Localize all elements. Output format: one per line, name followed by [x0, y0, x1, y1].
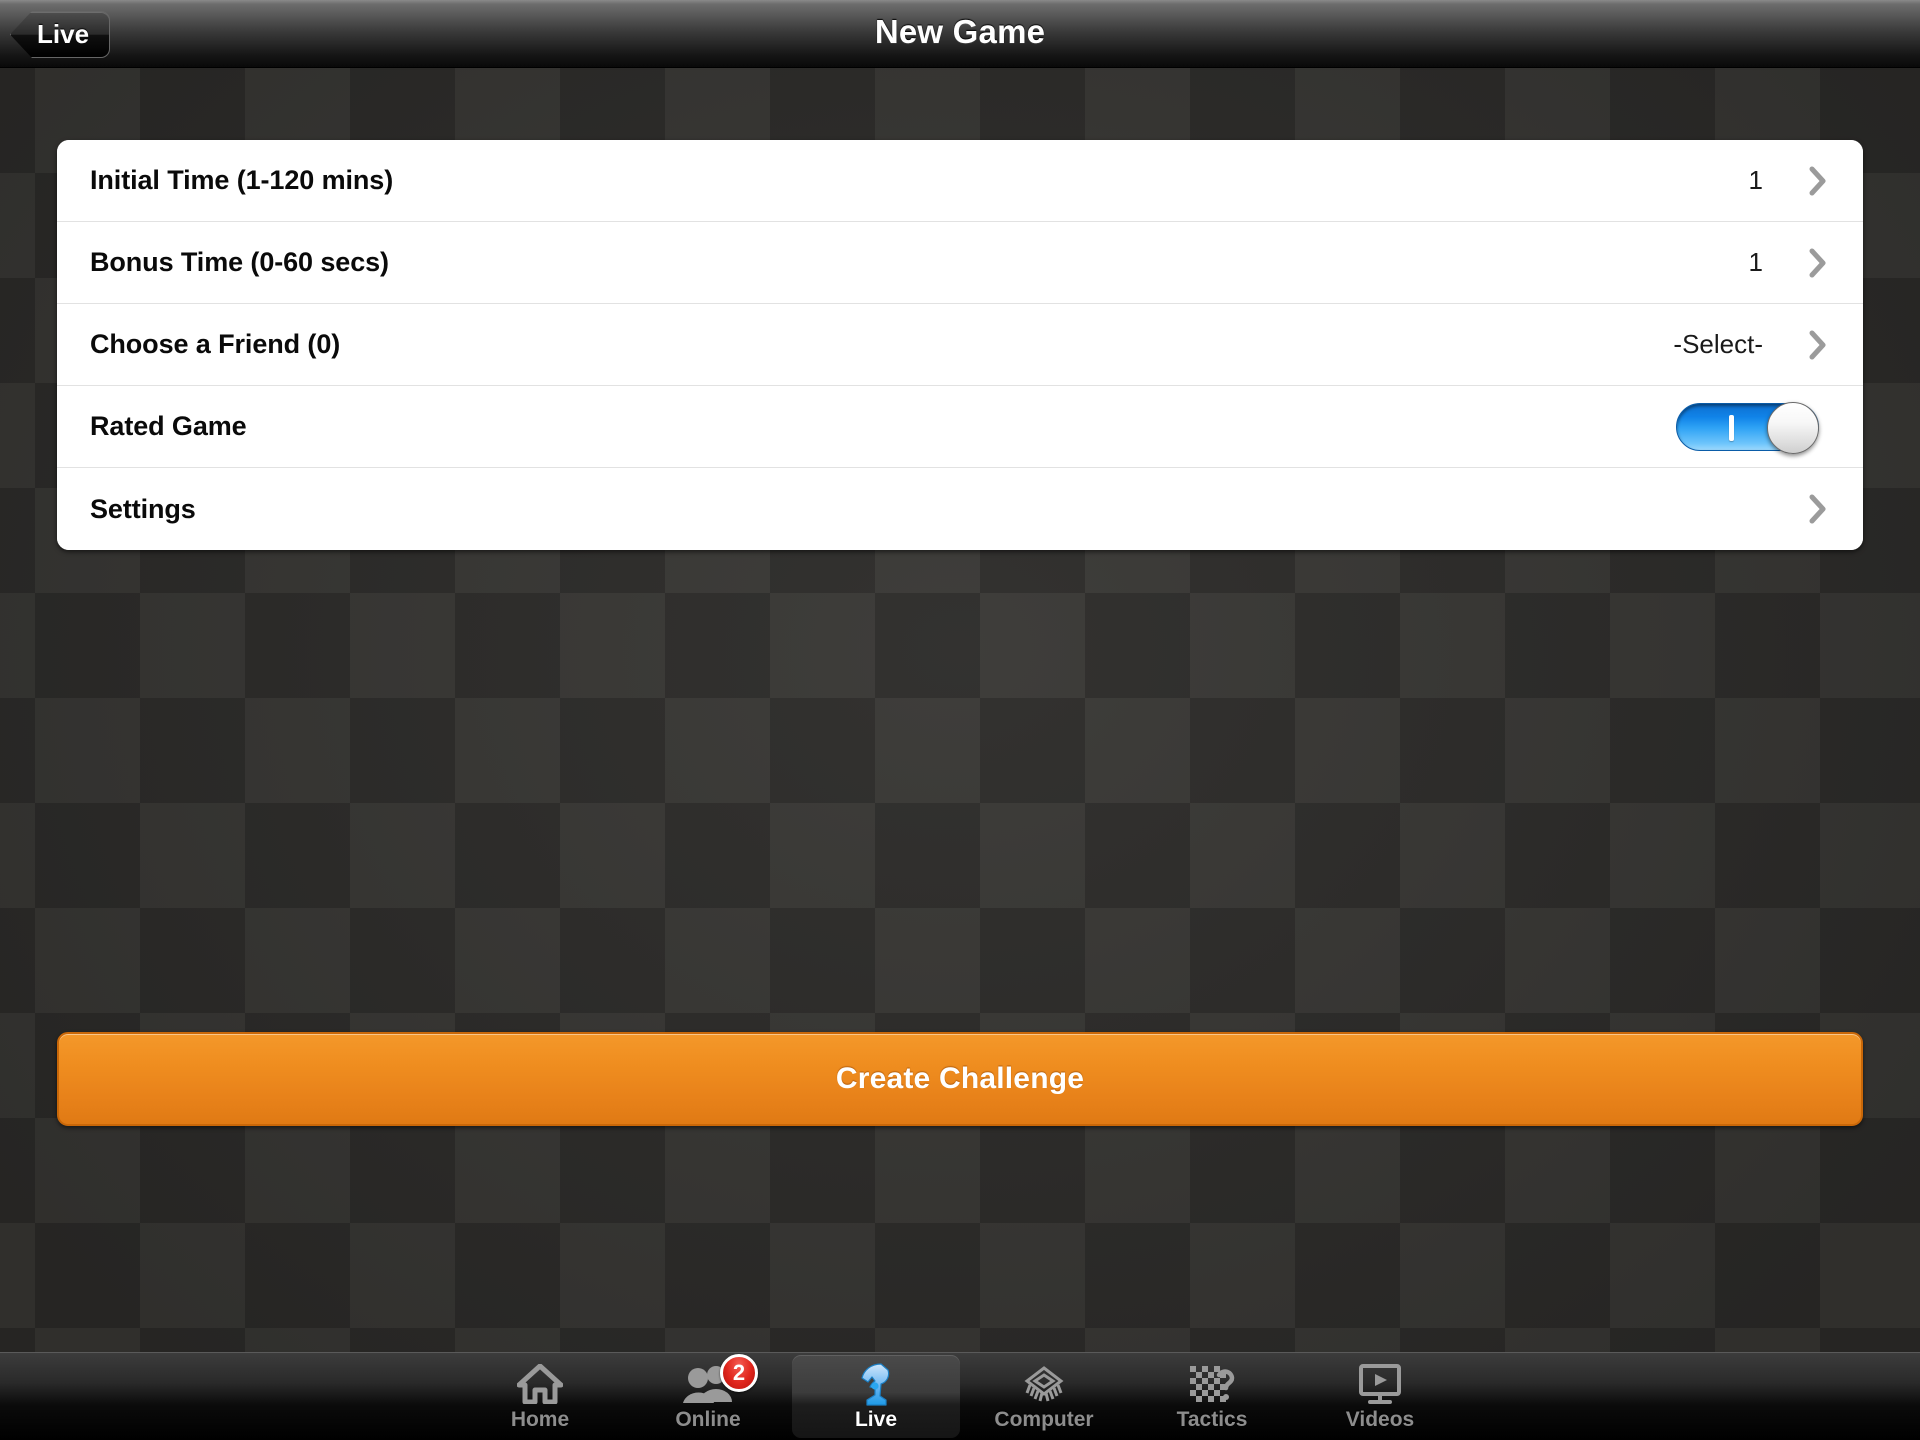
tab-computer[interactable]: Computer	[960, 1355, 1128, 1438]
settings-row-value: -Select-	[1673, 329, 1763, 359]
new-game-settings-panel: Initial Time (1-120 mins) 1 Bonus Time (0-…	[57, 140, 1863, 550]
tab-label: Live	[854, 1407, 898, 1431]
settings-row-settings[interactable]: Settings	[57, 468, 1863, 550]
settings-row-value: 1	[1748, 165, 1763, 195]
rated-game-toggle[interactable]	[1676, 401, 1819, 454]
chevron-right-icon	[1809, 248, 1827, 278]
tab-label: Online	[675, 1407, 741, 1431]
tab-home[interactable]: Home	[456, 1355, 624, 1438]
tab-label: Tactics	[1176, 1407, 1248, 1431]
notification-badge: 2	[720, 1353, 758, 1392]
chevron-right-icon	[1809, 330, 1827, 360]
tab-videos[interactable]: Videos	[1296, 1355, 1464, 1438]
video-icon	[1356, 1362, 1404, 1406]
settings-row-initial-time[interactable]: Initial Time (1-120 mins) 1	[57, 140, 1863, 222]
settings-row-right: 1	[1749, 247, 1827, 278]
tab-label: Videos	[1345, 1407, 1415, 1431]
page-title: New Game	[874, 13, 1046, 50]
navigation-bar: Live New Game	[0, 0, 1920, 68]
tab-label: Computer	[994, 1407, 1094, 1431]
settings-row-rated-game[interactable]: Rated Game	[57, 386, 1863, 468]
people-icon: 2	[682, 1353, 758, 1406]
settings-row-choose-friend[interactable]: Choose a Friend (0) -Select-	[57, 304, 1863, 386]
toggle-on-mark	[1729, 414, 1734, 441]
settings-row-value: 1	[1748, 247, 1763, 277]
settings-row-label: Settings	[90, 493, 196, 524]
settings-row-right: 1	[1749, 165, 1827, 196]
settings-row-label: Choose a Friend (0)	[90, 329, 341, 359]
chevron-right-icon	[1809, 494, 1827, 524]
chevron-right-icon	[1809, 166, 1827, 196]
app-screen: Live New Game Initial Time (1-120 mins) 1…	[0, 0, 1920, 1440]
create-challenge-label: Create Challenge	[835, 1062, 1085, 1095]
toggle-knob[interactable]	[1767, 401, 1819, 454]
chip-icon	[1020, 1362, 1068, 1406]
settings-row-bonus-time[interactable]: Bonus Time (0-60 secs) 1	[57, 222, 1863, 304]
settings-row-label: Initial Time (1-120 mins)	[90, 165, 394, 195]
settings-row-label: Bonus Time (0-60 secs)	[90, 247, 389, 277]
settings-row-right	[1809, 494, 1827, 524]
tab-bar: Home 2 Online Live Computer Tactics Vide…	[0, 1352, 1920, 1440]
knight-icon	[855, 1362, 897, 1406]
tab-tactics[interactable]: Tactics	[1128, 1355, 1296, 1438]
tactics-icon	[1188, 1362, 1236, 1406]
tab-label: Home	[510, 1407, 570, 1431]
create-challenge-button[interactable]: Create Challenge	[57, 1032, 1863, 1126]
tab-live[interactable]: Live	[792, 1355, 960, 1438]
settings-row-right: -Select-	[1673, 329, 1827, 360]
home-icon	[517, 1362, 563, 1406]
settings-row-label: Rated Game	[90, 411, 247, 441]
tab-online[interactable]: 2 Online	[624, 1353, 792, 1438]
